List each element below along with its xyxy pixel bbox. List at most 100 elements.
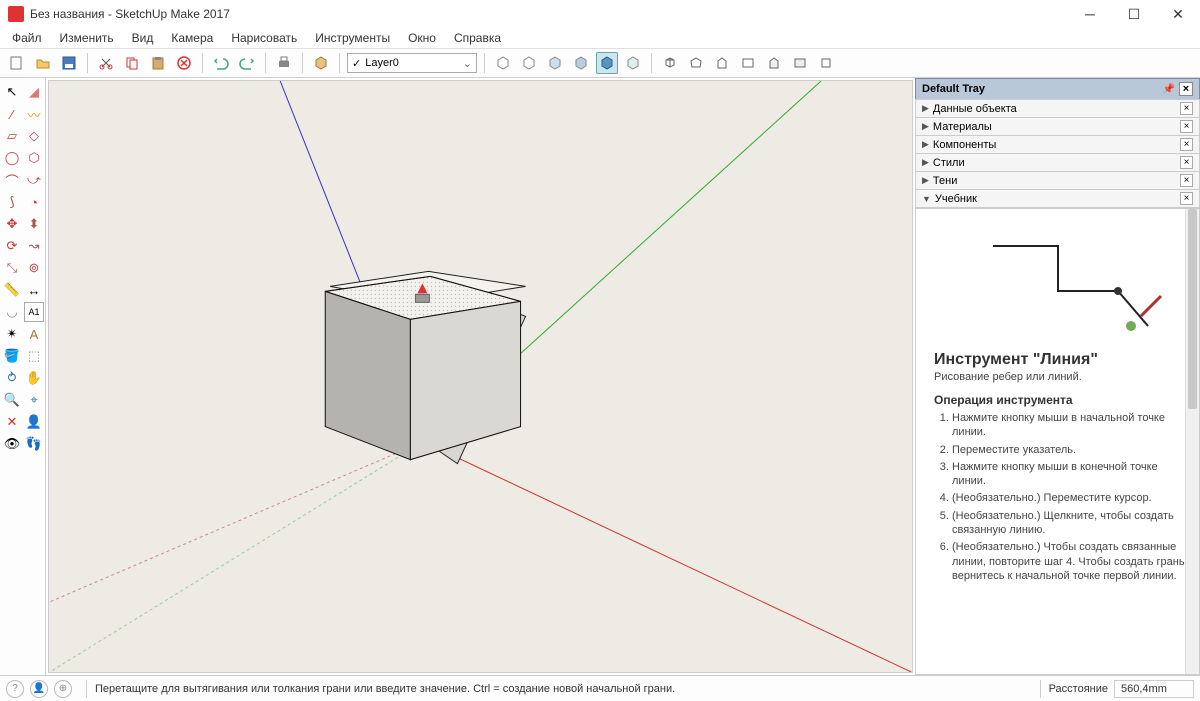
menu-help[interactable]: Справка (446, 29, 509, 47)
panel-materials[interactable]: ▶Материалы× (915, 117, 1200, 136)
panel-close-icon[interactable]: × (1180, 138, 1193, 151)
panel-shadows[interactable]: ▶Тени× (915, 171, 1200, 190)
hidden-line-icon[interactable] (518, 52, 540, 74)
tray-close-icon[interactable]: × (1179, 82, 1193, 96)
maximize-button[interactable]: ☐ (1120, 4, 1148, 24)
undo-icon[interactable] (210, 52, 232, 74)
3pt-arc-tool-icon[interactable]: ⟆ (2, 192, 22, 212)
freehand-tool-icon[interactable]: 〰 (24, 104, 44, 124)
menu-edit[interactable]: Изменить (52, 29, 122, 47)
back-view-icon[interactable] (763, 52, 785, 74)
delete-icon[interactable] (173, 52, 195, 74)
menu-window[interactable]: Окно (400, 29, 444, 47)
2pt-arc-tool-icon[interactable]: ⤻ (24, 170, 44, 190)
rotate-tool-icon[interactable]: ⟳ (2, 236, 22, 256)
shaded-icon[interactable] (544, 52, 566, 74)
component-tool-icon[interactable]: ⬚ (24, 346, 44, 366)
3d-viewport[interactable] (48, 80, 913, 673)
bottom-view-icon[interactable] (815, 52, 837, 74)
instructor-section: Операция инструмента (934, 393, 1191, 407)
panel-close-icon[interactable]: × (1180, 156, 1193, 169)
user-icon[interactable]: 👤 (30, 680, 48, 698)
zoom-extents-tool-icon[interactable]: ⌖ (24, 390, 44, 410)
zoom-tool-icon[interactable]: 🔍 (2, 390, 22, 410)
minimize-button[interactable]: ─ (1076, 4, 1104, 24)
front-view-icon[interactable] (711, 52, 733, 74)
panel-styles[interactable]: ▶Стили× (915, 153, 1200, 172)
main-toolbar: ✓ Layer0 ⌄ (0, 48, 1200, 78)
copy-icon[interactable] (121, 52, 143, 74)
help-icon[interactable]: ? (6, 680, 24, 698)
pan-tool-icon[interactable]: ✋ (24, 368, 44, 388)
layer-dropdown[interactable]: ✓ Layer0 ⌄ (347, 53, 477, 73)
status-bar: ? 👤 ⊕ Перетащите для вытягивания или тол… (0, 675, 1200, 701)
offset-tool-icon[interactable]: ⊚ (24, 258, 44, 278)
text-tool-icon[interactable]: A1 (24, 302, 44, 322)
eraser-tool-icon[interactable]: ◢ (24, 82, 44, 102)
walk-tool-icon[interactable]: 👣 (24, 434, 44, 454)
panel-components[interactable]: ▶Компоненты× (915, 135, 1200, 154)
menu-tools[interactable]: Инструменты (307, 29, 398, 47)
circle-tool-icon[interactable]: ◯ (2, 148, 22, 168)
paint-tool-icon[interactable]: 🪣 (2, 346, 22, 366)
shaded-textures-icon[interactable] (570, 52, 592, 74)
panel-close-icon[interactable]: × (1180, 174, 1193, 187)
pushpull-tool-icon[interactable]: ⬍ (24, 214, 44, 234)
check-icon: ✓ (352, 57, 361, 70)
scale-tool-icon[interactable]: ⤡ (2, 258, 22, 278)
line-tool-icon[interactable]: ∕ (2, 104, 22, 124)
menu-file[interactable]: Файл (4, 29, 50, 47)
3dtext-tool-icon[interactable]: A (24, 324, 44, 344)
open-file-icon[interactable] (32, 52, 54, 74)
panel-instructor[interactable]: ▼Учебник× (915, 189, 1200, 208)
panel-close-icon[interactable]: × (1180, 120, 1193, 133)
chevron-down-icon: ⌄ (463, 57, 472, 70)
pie-tool-icon[interactable]: ◔ (24, 192, 44, 212)
look-around-tool-icon[interactable]: 👁 (2, 434, 22, 454)
position-camera-tool-icon[interactable]: 👤 (24, 412, 44, 432)
step-item: (Необязательно.) Переместите курсор. (952, 491, 1191, 505)
protractor-tool-icon[interactable]: ◡ (2, 302, 22, 322)
move-tool-icon[interactable]: ✥ (2, 214, 22, 234)
wireframe-icon[interactable] (492, 52, 514, 74)
menu-draw[interactable]: Нарисовать (223, 29, 305, 47)
right-view-icon[interactable] (737, 52, 759, 74)
orbit-tool-icon[interactable]: ⥁ (2, 368, 22, 388)
new-file-icon[interactable] (6, 52, 28, 74)
close-button[interactable]: ✕ (1164, 4, 1192, 24)
print-icon[interactable] (273, 52, 295, 74)
geo-icon[interactable]: ⊕ (54, 680, 72, 698)
section-tool-icon[interactable]: ✕ (2, 412, 22, 432)
rotated-rect-tool-icon[interactable]: ◇ (24, 126, 44, 146)
monochrome-icon[interactable] (596, 52, 618, 74)
arc-tool-icon[interactable]: ⌒ (2, 170, 22, 190)
save-icon[interactable] (58, 52, 80, 74)
tray-header[interactable]: Default Tray 📌 × (915, 78, 1200, 100)
left-view-icon[interactable] (789, 52, 811, 74)
redo-icon[interactable] (236, 52, 258, 74)
cut-icon[interactable] (95, 52, 117, 74)
panel-close-icon[interactable]: × (1180, 192, 1193, 205)
panel-entity-info[interactable]: ▶Данные объекта× (915, 99, 1200, 118)
step-item: (Необязательно.) Чтобы создать связанные… (952, 540, 1191, 583)
dimension-tool-icon[interactable]: ↔ (24, 280, 44, 300)
rectangle-tool-icon[interactable]: ▱ (2, 126, 22, 146)
axes-tool-icon[interactable]: ✴ (2, 324, 22, 344)
tape-tool-icon[interactable]: 📏 (2, 280, 22, 300)
followme-tool-icon[interactable]: ↝ (24, 236, 44, 256)
top-view-icon[interactable] (685, 52, 707, 74)
step-item: Нажмите кнопку мыши в конечной точке лин… (952, 460, 1191, 489)
measurement-value[interactable]: 560,4mm (1114, 680, 1194, 698)
model-info-icon[interactable] (310, 52, 332, 74)
xray-icon[interactable] (622, 52, 644, 74)
menu-camera[interactable]: Камера (163, 29, 221, 47)
panel-close-icon[interactable]: × (1180, 102, 1193, 115)
iso-view-icon[interactable] (659, 52, 681, 74)
select-tool-icon[interactable]: ↖ (2, 82, 22, 102)
window-title: Без названия - SketchUp Make 2017 (30, 7, 1076, 21)
pin-icon[interactable]: 📌 (1163, 84, 1175, 95)
paste-icon[interactable] (147, 52, 169, 74)
instructor-scrollbar[interactable] (1185, 209, 1199, 674)
menu-view[interactable]: Вид (124, 29, 162, 47)
polygon-tool-icon[interactable]: ⬡ (24, 148, 44, 168)
